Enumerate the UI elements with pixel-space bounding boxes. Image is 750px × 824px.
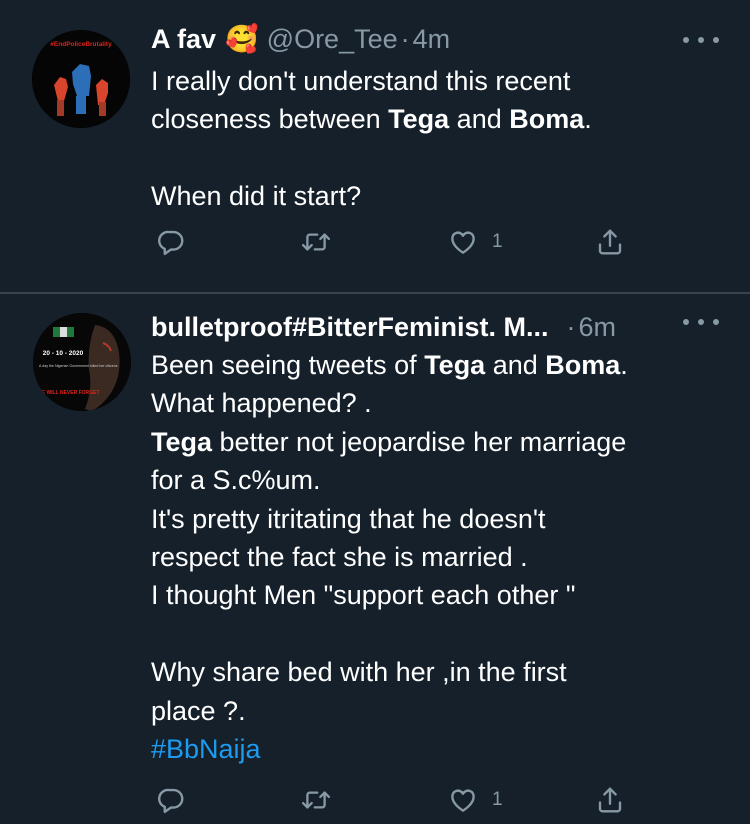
share-button[interactable] bbox=[595, 222, 625, 262]
retweet-button[interactable] bbox=[300, 222, 332, 262]
end-police-brutality-avatar-image: #EndPoliceBrutality bbox=[32, 30, 130, 128]
tweet-text: I really don't understand this recent cl… bbox=[151, 66, 592, 212]
reply-button[interactable] bbox=[156, 222, 186, 262]
avatar-caption-text: A day the Nigerian Government killed her… bbox=[39, 364, 118, 368]
share-button[interactable] bbox=[595, 780, 625, 820]
timestamp[interactable]: 4m bbox=[413, 24, 451, 55]
tweet-header: A fav 🥰 @Ore_Tee · 4m bbox=[151, 22, 450, 56]
retweet-button[interactable] bbox=[300, 780, 332, 820]
timestamp[interactable]: 6m bbox=[579, 312, 617, 343]
tweet[interactable]: 20 - 10 - 2020 A day the Nigerian Govern… bbox=[0, 294, 750, 824]
avatar-caption: #EndPoliceBrutality bbox=[50, 41, 112, 48]
avatar[interactable]: 20 - 10 - 2020 A day the Nigerian Govern… bbox=[33, 313, 131, 411]
avatar-date-text: 20 - 10 - 2020 bbox=[43, 350, 84, 357]
display-name[interactable]: A fav bbox=[151, 24, 216, 55]
avatar[interactable]: #EndPoliceBrutality bbox=[32, 30, 130, 128]
tweet-actions: 1 bbox=[150, 780, 640, 820]
like-button[interactable]: 1 bbox=[448, 780, 503, 820]
heart-icon bbox=[451, 231, 475, 254]
separator-dot: · bbox=[566, 311, 576, 342]
like-count: 1 bbox=[492, 231, 503, 252]
more-dots-icon[interactable] bbox=[683, 30, 719, 50]
smiling-face-with-hearts-emoji: 🥰 bbox=[225, 24, 259, 54]
separator-dot: · bbox=[400, 23, 410, 54]
display-name[interactable]: bulletproof#BitterFeminist. M... bbox=[151, 312, 549, 343]
tweet-actions: 1 bbox=[150, 222, 640, 262]
retweet-icon bbox=[301, 791, 331, 809]
share-icon bbox=[598, 787, 622, 813]
user-handle[interactable]: @Ore_Tee bbox=[267, 24, 398, 55]
retweet-icon bbox=[301, 233, 331, 251]
like-button[interactable]: 1 bbox=[448, 222, 503, 262]
more-dots-icon[interactable] bbox=[683, 312, 719, 332]
tweet-header: bulletproof#BitterFeminist. M... · 6m bbox=[151, 310, 616, 344]
reply-icon bbox=[158, 788, 184, 814]
like-count: 1 bbox=[492, 789, 503, 810]
hashtag-link[interactable]: #BbNaija bbox=[151, 734, 261, 764]
avatar-never-forget-text: WE WILL NEVER FORGET bbox=[37, 390, 99, 396]
share-icon bbox=[598, 229, 622, 255]
reply-button[interactable] bbox=[156, 780, 186, 820]
reply-icon bbox=[158, 230, 184, 256]
tweet[interactable]: #EndPoliceBrutality A fav 🥰 @Ore_Tee · 4… bbox=[0, 0, 750, 292]
tweet-text: Been seeing tweets of Tega and Boma. Wha… bbox=[151, 350, 628, 765]
end-sars-memorial-avatar-image: 20 - 10 - 2020 A day the Nigerian Govern… bbox=[33, 313, 131, 411]
heart-icon bbox=[451, 789, 475, 812]
